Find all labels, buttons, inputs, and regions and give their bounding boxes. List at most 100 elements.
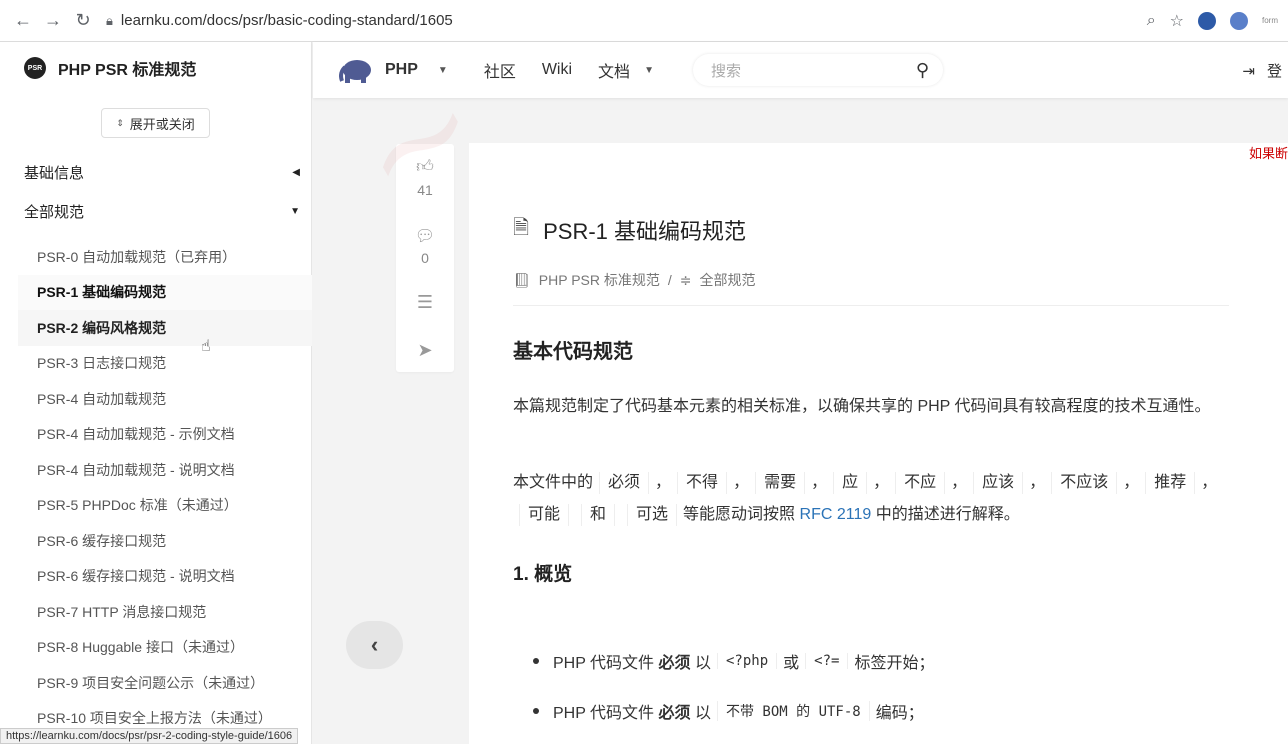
book-icon: 📕︎ (513, 271, 531, 288)
keyword: 推荐 (1145, 472, 1196, 494)
breadcrumb-section[interactable]: 全部规范 (700, 270, 756, 290)
sidebar-item-psr4-meta[interactable]: PSR-4 自动加载规范 - 说明文档 (18, 452, 312, 488)
breadcrumb: 📕︎ PHP PSR 标准规范 / ≑ 全部规范 (513, 270, 756, 290)
sidebar-group-basic[interactable]: 基础信息 ◀ (24, 162, 300, 183)
forward-arrow-icon[interactable]: → (38, 6, 68, 36)
sidebar-item-psr4-example[interactable]: PSR-4 自动加载规范 - 示例文档 (18, 417, 312, 453)
share-send-icon[interactable]: ➤ (396, 340, 454, 361)
bullet-dot (533, 658, 539, 664)
keyword: 不得 (677, 472, 728, 494)
section-icon: ≑ (679, 271, 692, 288)
nav-link-docs[interactable]: 文档 (598, 58, 630, 82)
rfc-link[interactable]: RFC 2119 (800, 506, 872, 523)
divider (513, 305, 1229, 306)
kw-prefix: 本文件中的 (513, 474, 594, 491)
keyword: 应 (833, 472, 868, 494)
text: 以 (694, 655, 711, 672)
intro-paragraph: 本篇规范制定了代码基本元素的相关标准，以确保共享的 PHP 代码间具有较高程度的… (513, 398, 1211, 415)
sidebar-group-all[interactable]: 全部规范 ▼ (24, 201, 300, 222)
overlay-red-text: 如果断 (1248, 146, 1288, 161)
sidebar-item-psr1[interactable]: PSR-1 基础编码规范 (18, 274, 312, 310)
site-navbar: PHP ▼ 社区 Wiki 文档 ▼ 搜索 ⚲ ⇥ 登 (313, 42, 1288, 98)
page-title: 🗎 PSR-1 基础编码规范 (513, 213, 746, 247)
list-item: PHP 代码文件 必须 以 不带 BOM 的 UTF-8 编码； (533, 699, 924, 723)
search-input[interactable]: 搜索 ⚲ (693, 54, 943, 86)
sort-arrows-icon: ⇕ (116, 117, 124, 128)
sidebar-item-psr6[interactable]: PSR-6 缓存接口规范 (18, 523, 312, 559)
list-item: PHP 代码文件 必须 以 <?php 或 <?= 标签开始； (533, 649, 934, 673)
sidebar-item-psr2[interactable]: PSR-2 编码风格规范 (18, 310, 312, 346)
sidebar-header[interactable]: PSR PHP PSR 标准规范 (24, 56, 196, 80)
extension-icon-2[interactable] (1230, 11, 1248, 30)
sidebar-item-psr3[interactable]: PSR-3 日志接口规范 (18, 346, 312, 382)
sidebar-item-psr4[interactable]: PSR-4 自动加载规范 (18, 381, 312, 417)
bookmark-star-icon[interactable]: ☆ (1170, 11, 1184, 31)
keyword: 必须 (599, 472, 650, 494)
emphasis: 必须 (658, 705, 691, 722)
sidebar-item-psr7[interactable]: PSR-7 HTTP 消息接口规范 (18, 594, 312, 630)
sidebar-item-psr6-meta[interactable]: PSR-6 缓存接口规范 - 说明文档 (18, 559, 312, 595)
article-actions: 👍︎ 41 💬︎ 0 ☰ ➤ (396, 144, 454, 372)
text: 编码； (875, 705, 924, 722)
breadcrumb-book[interactable]: PHP PSR 标准规范 (539, 270, 660, 290)
inline-code: <?= (805, 653, 849, 669)
inline-code: <?php (717, 653, 778, 669)
sidebar-item-psr8[interactable]: PSR-8 Huggable 接口（未通过） (18, 630, 312, 666)
toggle-label: 展开或关闭 (129, 116, 195, 132)
search-icon[interactable]: ⚲ (916, 60, 929, 81)
list-icon[interactable]: ☰ (396, 292, 454, 313)
chevron-down-icon[interactable]: ▼ (644, 65, 654, 76)
sidebar-title: PHP PSR 标准规范 (58, 62, 197, 79)
text: 或 (783, 655, 800, 672)
inline-code: 不带 BOM 的 UTF-8 (717, 701, 870, 721)
lock-icon: 🔒︎ (106, 12, 113, 28)
back-arrow-icon[interactable]: ← (8, 6, 38, 36)
nav-link-community[interactable]: 社区 (484, 58, 516, 82)
kw-suffix-2: 中的描述进行解释。 (875, 506, 1020, 523)
document-icon: 🗎 (513, 217, 530, 239)
address-bar[interactable]: 🔒︎ learnku.com/docs/psr/basic-coding-sta… (106, 6, 1147, 36)
login-link[interactable]: ⇥ 登 (1242, 60, 1282, 81)
caret-left-icon: ◀ (292, 167, 300, 178)
keyword: 可能 (519, 504, 570, 526)
extension-icon[interactable] (1198, 11, 1216, 30)
keyword: 不应该 (1051, 472, 1118, 494)
like-count: 41 (417, 182, 433, 198)
text: PHP 代码文件 (553, 655, 655, 672)
kw-suffix: 等能愿动词按照 (683, 506, 796, 523)
text: PHP 代码文件 (553, 705, 655, 722)
keyword: 不应 (895, 472, 946, 494)
bullet-dot (533, 708, 539, 714)
group-label: 基础信息 (24, 165, 85, 182)
title-text: PSR-1 基础编码规范 (543, 219, 747, 244)
php-brand-link[interactable]: PHP (385, 61, 418, 79)
text: 以 (694, 705, 711, 722)
browser-toolbar: ← → ↻ 🔒︎ learnku.com/docs/psr/basic-codi… (0, 0, 1288, 42)
comment-count: 0 (421, 250, 429, 266)
hand-cursor-icon: ☝ (201, 338, 211, 355)
keyword: 需要 (755, 472, 806, 494)
nav-link-wiki[interactable]: Wiki (542, 61, 572, 79)
keyword: 可选 (627, 504, 678, 526)
doc-sidebar: PSR PHP PSR 标准规范 ⇕ 展开或关闭 基础信息 ◀ 全部规范 ▼ P… (0, 42, 312, 744)
sidebar-item-psr0[interactable]: PSR-0 自动加载规范（已弃用） (18, 239, 312, 275)
zoom-icon[interactable]: ⌕ (1147, 12, 1156, 30)
sidebar-item-psr5[interactable]: PSR-5 PHPDoc 标准（未通过） (18, 488, 312, 524)
text: 标签开始； (854, 655, 935, 672)
sidebar-item-psr9[interactable]: PSR-9 项目安全问题公示（未通过） (18, 665, 312, 701)
expand-collapse-button[interactable]: ⇕ 展开或关闭 (101, 108, 210, 138)
login-label: 登 (1266, 63, 1282, 80)
comment-icon[interactable]: 💬︎ (396, 226, 454, 246)
section-heading: 基本代码规范 (513, 341, 633, 363)
status-bar-url: https://learnku.com/docs/psr/psr-2-codin… (0, 728, 299, 744)
search-placeholder: 搜索 (711, 62, 742, 80)
sidebar-item-list: PSR-0 自动加载规范（已弃用） PSR-1 基础编码规范 PSR-2 编码风… (18, 239, 312, 736)
reload-icon[interactable]: ↻ (68, 6, 98, 36)
chevron-down-icon[interactable]: ▼ (438, 65, 448, 76)
psr-logo-icon: PSR (24, 57, 46, 79)
extension-label-icon[interactable]: form (1262, 16, 1278, 25)
collapse-chevron-button[interactable]: ‹ (346, 621, 403, 669)
php-elephant-icon[interactable] (339, 57, 373, 83)
caret-down-icon: ▼ (290, 206, 300, 217)
thumbs-up-icon[interactable]: 👍︎ (396, 156, 454, 177)
